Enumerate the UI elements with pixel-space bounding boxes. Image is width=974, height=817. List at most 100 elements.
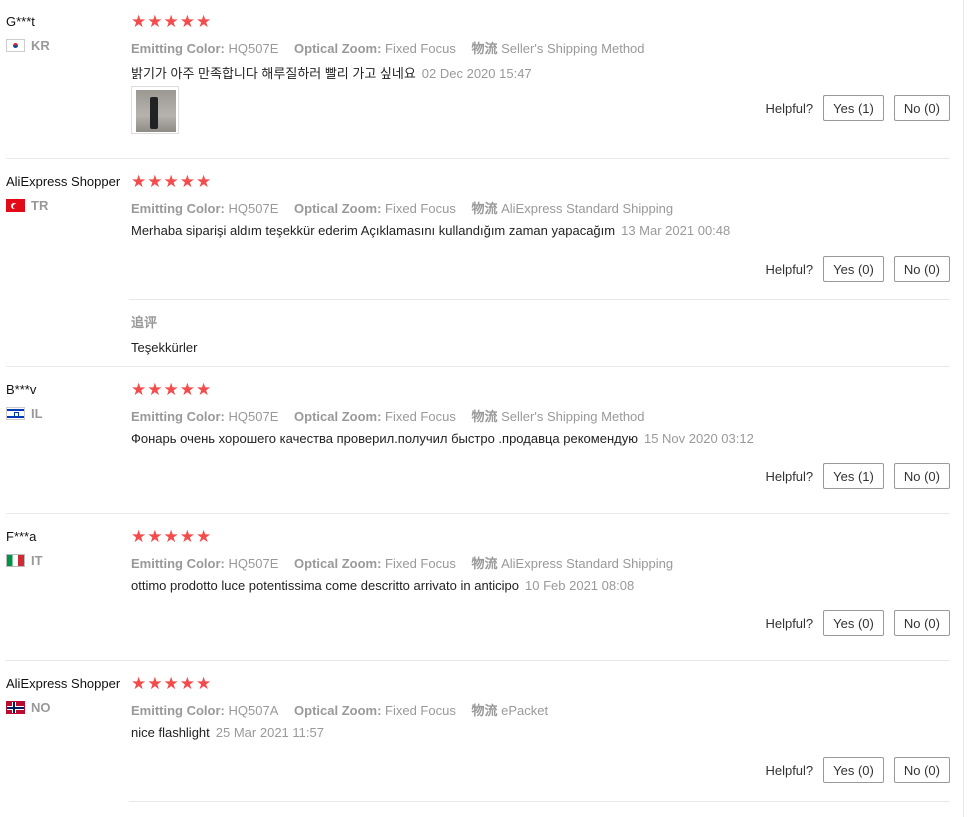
helpful-yes-button[interactable]: Yes (0) xyxy=(823,610,884,636)
optical-zoom-value: Fixed Focus xyxy=(385,409,456,424)
helpful-controls: Helpful? Yes (0) No (0) xyxy=(765,256,950,282)
review-text: nice flashlight xyxy=(131,725,210,740)
reviewer-name: B***v xyxy=(6,382,37,397)
star-rating: ★★★★★ xyxy=(131,527,213,546)
helpful-label: Helpful? xyxy=(765,261,814,277)
followup-text: Teşekkürler xyxy=(131,340,198,355)
shipping-label: 物流 xyxy=(471,201,498,216)
review-divider xyxy=(6,513,950,514)
shipping-value: AliExpress Standard Shipping xyxy=(501,201,674,216)
helpful-controls: Helpful? Yes (1) No (0) xyxy=(765,463,950,489)
emitting-color-label: Emitting Color: xyxy=(131,409,225,424)
scrollbar-track[interactable] xyxy=(963,0,964,817)
helpful-controls: Helpful? Yes (1) No (0) xyxy=(765,95,950,121)
helpful-yes-button[interactable]: Yes (1) xyxy=(823,463,884,489)
helpful-yes-button[interactable]: Yes (0) xyxy=(823,757,884,783)
shipping-value: ePacket xyxy=(501,703,549,718)
helpful-label: Helpful? xyxy=(765,468,814,484)
helpful-yes-button[interactable]: Yes (1) xyxy=(823,95,884,121)
review-divider xyxy=(6,158,950,159)
review-attributes: Emitting Color: HQ507E Optical Zoom: Fix… xyxy=(131,198,673,217)
optical-zoom-label: Optical Zoom: xyxy=(294,409,382,424)
followup-label: 追评 xyxy=(131,315,158,330)
helpful-label: Helpful? xyxy=(765,762,814,778)
helpful-yes-button[interactable]: Yes (0) xyxy=(823,256,884,282)
review-photo-thumbnail[interactable] xyxy=(131,86,179,134)
review-item: G***t KR ★★★★★ Emitting Color: HQ507E Op… xyxy=(0,12,950,134)
shipping-label: 物流 xyxy=(471,409,498,424)
emitting-color-label: Emitting Color: xyxy=(131,41,225,56)
shipping-label: 物流 xyxy=(471,41,498,56)
helpful-no-button[interactable]: No (0) xyxy=(893,610,950,636)
emitting-color-value: HQ507A xyxy=(228,703,279,718)
star-rating: ★★★★★ xyxy=(131,172,213,191)
star-rating: ★★★★★ xyxy=(131,12,213,31)
reviewer-name: G***t xyxy=(6,14,35,29)
optical-zoom-label: Optical Zoom: xyxy=(294,703,382,718)
review-item: F***a IT ★★★★★ Emitting Color: HQ507E Op… xyxy=(0,527,950,649)
star-rating: ★★★★★ xyxy=(131,380,213,399)
followup-divider xyxy=(129,299,950,300)
country-code: NO xyxy=(31,700,51,715)
review-item: AliExpress Shopper TR ★★★★★ Emitting Col… xyxy=(0,172,950,359)
review-date: 10 Feb 2021 08:08 xyxy=(525,578,635,593)
reviewer-country: IL xyxy=(6,406,43,421)
optical-zoom-value: Fixed Focus xyxy=(385,703,456,718)
shipping-label: 物流 xyxy=(471,556,498,571)
optical-zoom-value: Fixed Focus xyxy=(385,201,456,216)
optical-zoom-label: Optical Zoom: xyxy=(294,201,382,216)
review-text: 밝기가 아주 만족합니다 해루질하러 빨리 가고 싶네요 xyxy=(131,66,416,81)
reviewer-country: NO xyxy=(6,700,51,715)
reviewer-country: TR xyxy=(6,198,48,213)
emitting-color-label: Emitting Color: xyxy=(131,556,225,571)
country-code: TR xyxy=(31,198,49,213)
shipping-value: AliExpress Standard Shipping xyxy=(501,556,674,571)
helpful-label: Helpful? xyxy=(765,615,814,631)
review-attributes: Emitting Color: HQ507A Optical Zoom: Fix… xyxy=(131,700,548,719)
review-date: 25 Mar 2021 11:57 xyxy=(215,725,324,740)
helpful-controls: Helpful? Yes (0) No (0) xyxy=(765,757,950,783)
review-divider xyxy=(6,366,950,367)
followup-divider xyxy=(129,801,950,802)
review-content: Фонарь очень хорошего качества проверил.… xyxy=(131,431,754,446)
helpful-controls: Helpful? Yes (0) No (0) xyxy=(765,610,950,636)
country-code: KR xyxy=(31,38,50,53)
reviewer-name: F***a xyxy=(6,529,37,544)
optical-zoom-label: Optical Zoom: xyxy=(294,556,382,571)
country-code: IT xyxy=(31,553,43,568)
reviewer-name: AliExpress Shopper xyxy=(6,676,121,691)
reviewer-name: AliExpress Shopper xyxy=(6,174,121,189)
helpful-no-button[interactable]: No (0) xyxy=(893,757,950,783)
korea-flag-icon xyxy=(6,39,25,52)
review-text: Merhaba siparişi aldım teşekkür ederim A… xyxy=(131,223,616,238)
review-attributes: Emitting Color: HQ507E Optical Zoom: Fix… xyxy=(131,38,645,57)
reviewer-country: IT xyxy=(6,553,43,568)
emitting-color-value: HQ507E xyxy=(228,201,279,216)
helpful-no-button[interactable]: No (0) xyxy=(893,463,950,489)
helpful-no-button[interactable]: No (0) xyxy=(893,256,950,282)
optical-zoom-value: Fixed Focus xyxy=(385,556,456,571)
country-code: IL xyxy=(31,406,43,421)
shipping-label: 物流 xyxy=(471,703,498,718)
helpful-label: Helpful? xyxy=(765,100,814,116)
review-content: nice flashlight 25 Mar 2021 11:57 xyxy=(131,725,324,740)
review-text: ottimo prodotto luce potentissima come d… xyxy=(131,578,520,593)
optical-zoom-value: Fixed Focus xyxy=(385,41,456,56)
review-date: 15 Nov 2020 03:12 xyxy=(643,431,754,446)
emitting-color-label: Emitting Color: xyxy=(131,703,225,718)
review-content: ottimo prodotto luce potentissima come d… xyxy=(131,578,634,593)
emitting-color-label: Emitting Color: xyxy=(131,201,225,216)
helpful-no-button[interactable]: No (0) xyxy=(893,95,950,121)
review-item: AliExpress Shopper NO ★★★★★ Emitting Col… xyxy=(0,674,950,817)
turkey-flag-icon xyxy=(6,199,25,212)
review-date: 02 Dec 2020 15:47 xyxy=(421,66,532,81)
review-content: 밝기가 아주 만족합니다 해루질하러 빨리 가고 싶네요 02 Dec 2020 … xyxy=(131,63,532,82)
review-attributes: Emitting Color: HQ507E Optical Zoom: Fix… xyxy=(131,553,673,572)
review-date: 13 Mar 2021 00:48 xyxy=(621,223,731,238)
emitting-color-value: HQ507E xyxy=(228,41,279,56)
shipping-value: Seller's Shipping Method xyxy=(501,409,645,424)
italy-flag-icon xyxy=(6,554,25,567)
norway-flag-icon xyxy=(6,701,25,714)
emitting-color-value: HQ507E xyxy=(228,556,279,571)
review-divider xyxy=(6,660,950,661)
